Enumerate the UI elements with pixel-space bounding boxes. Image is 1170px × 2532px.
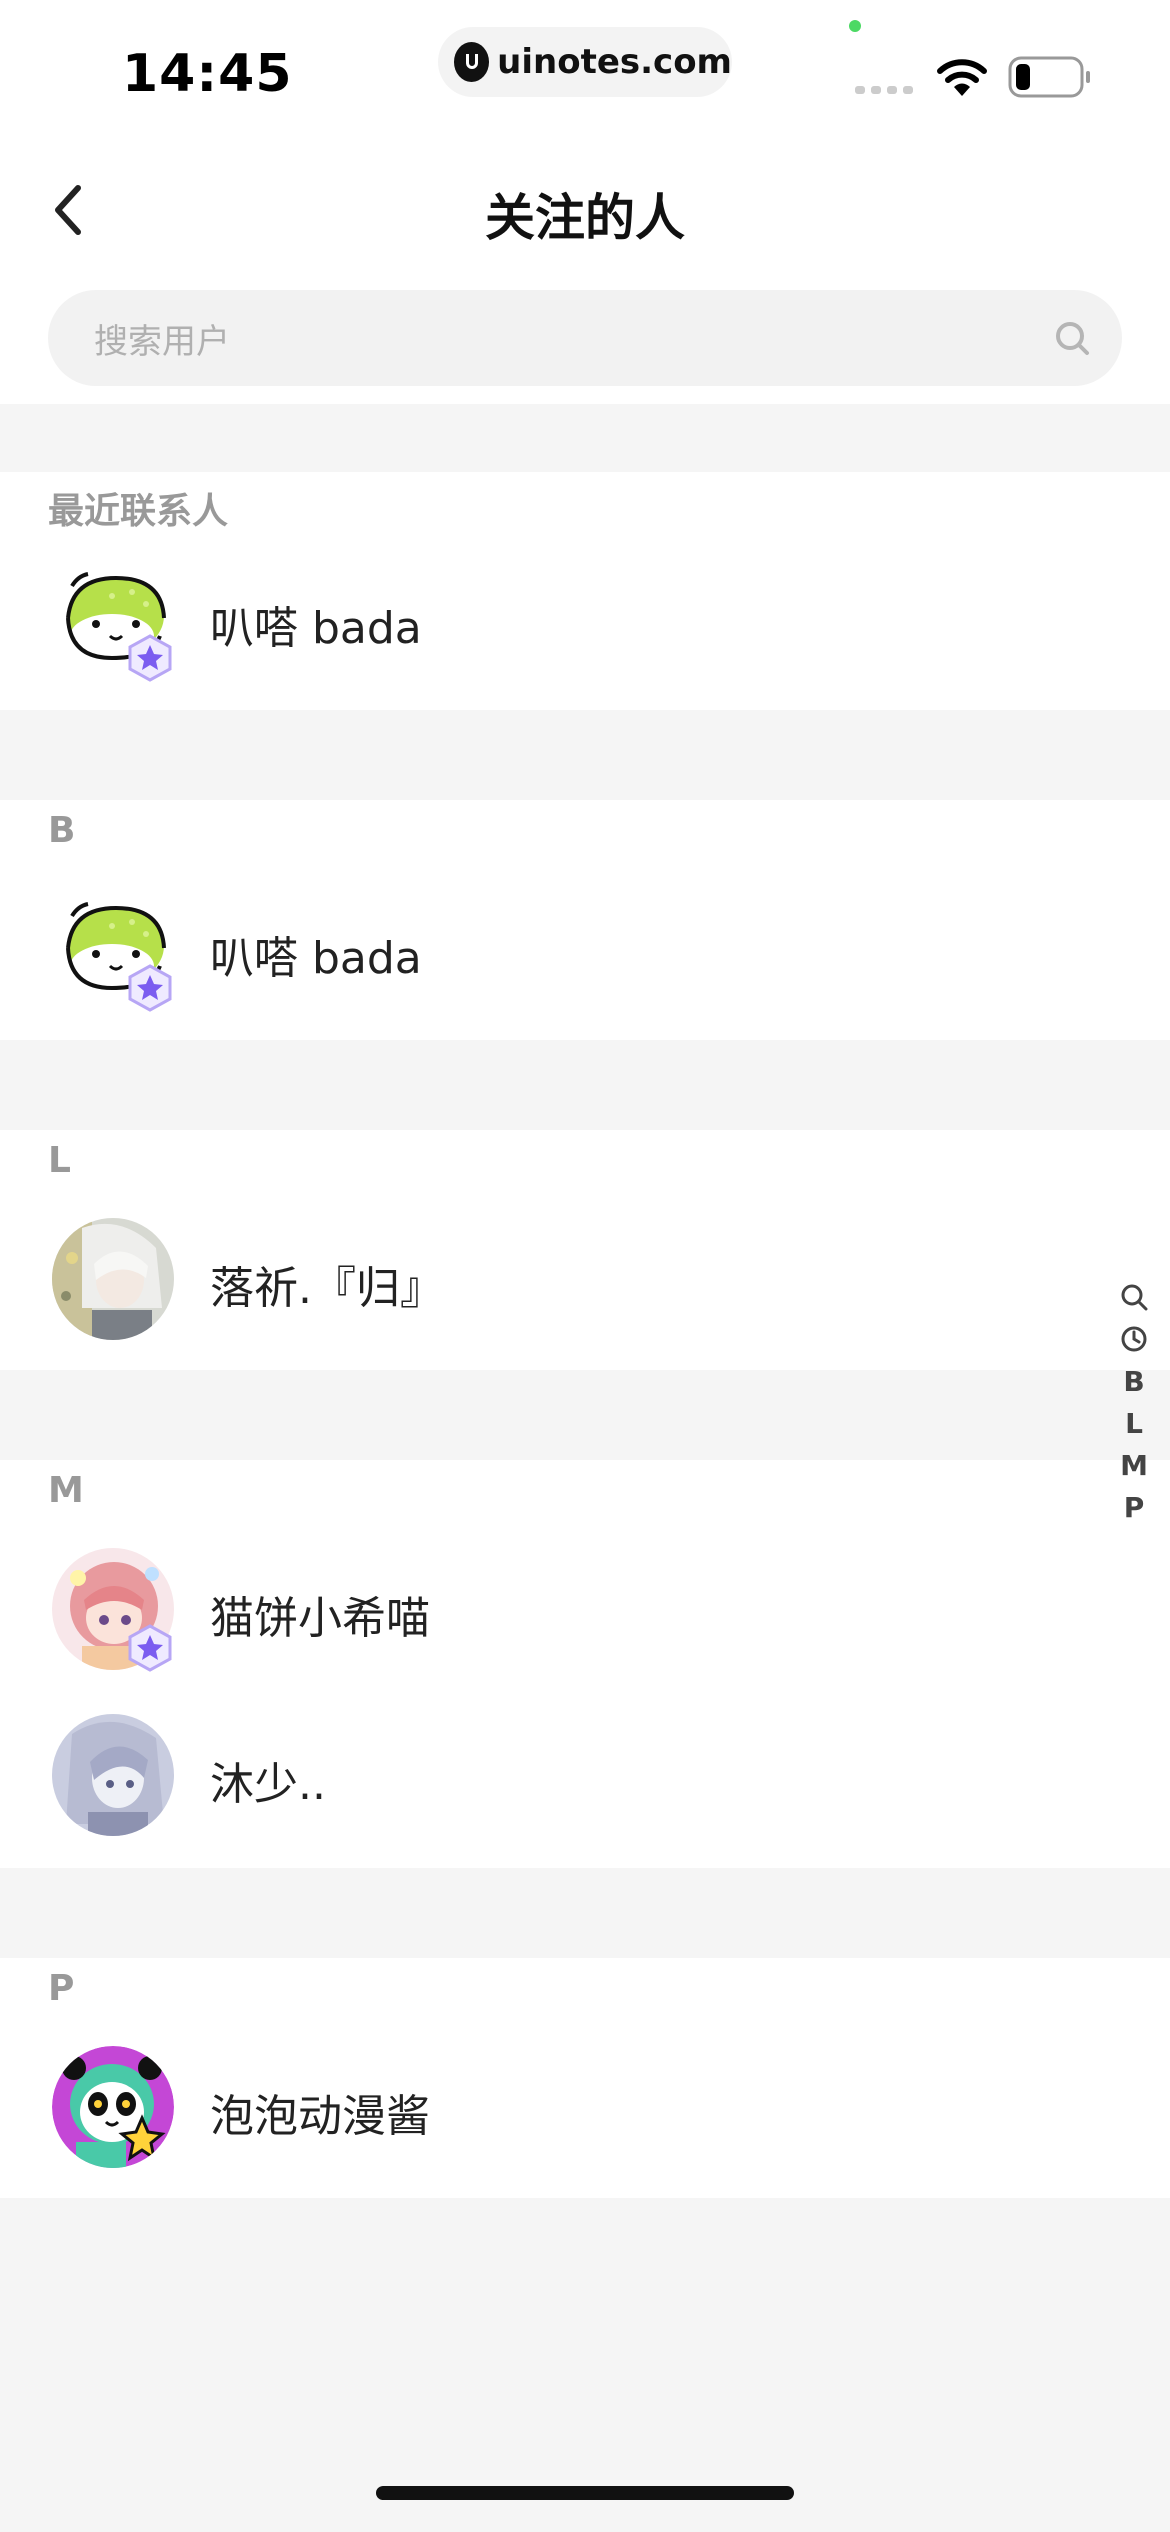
section-header: M [48, 1470, 84, 1511]
contact-row[interactable]: 叭嗒 bada [0, 536, 1170, 702]
avatar [52, 2046, 174, 2168]
status-time: 14:45 [122, 44, 293, 104]
contact-row[interactable]: 沐少.. [0, 1692, 1170, 1858]
section-header: P [48, 1968, 75, 2009]
section-header: L [48, 1140, 71, 1181]
index-letter-l[interactable]: L [1114, 1402, 1154, 1444]
contact-name: 叭嗒 bada [210, 603, 422, 654]
avatar [52, 1218, 174, 1340]
avatar [52, 1714, 174, 1836]
navigation-bar: 关注的人 [0, 140, 1170, 280]
url-text: uinotes.com [497, 42, 732, 82]
section-m: M 猫饼小希喵 沐少.. [0, 1460, 1170, 1868]
contact-row[interactable]: 落祈.『归』 [0, 1196, 1170, 1362]
verified-star-badge-icon [128, 1624, 172, 1672]
uinotes-logo-icon [454, 42, 490, 82]
index-clock-icon[interactable] [1114, 1318, 1154, 1360]
contact-name: 落祈.『归』 [210, 1263, 444, 1314]
verified-star-badge-icon [128, 634, 172, 682]
contact-name: 泡泡动漫酱 [210, 2091, 430, 2142]
alphabet-index-bar[interactable]: B L M P [1114, 1276, 1154, 1528]
section-l: L 落祈.『归』 [0, 1130, 1170, 1370]
contact-name: 猫饼小希喵 [210, 1593, 430, 1644]
contact-name: 叭嗒 bada [210, 933, 422, 984]
search-area: 搜索用户 [0, 280, 1170, 404]
signal-icon [855, 86, 913, 94]
home-indicator[interactable] [376, 2486, 794, 2500]
section-p: P 泡泡动漫酱 [0, 1958, 1170, 2198]
battery-icon [1008, 56, 1090, 98]
section-header: 最近联系人 [48, 491, 229, 532]
contact-row[interactable]: 泡泡动漫酱 [0, 2024, 1170, 2190]
index-letter-b[interactable]: B [1114, 1360, 1154, 1402]
section-recent-contacts: 最近联系人 叭嗒 bada [0, 472, 1170, 710]
wifi-icon [937, 59, 987, 96]
page-title: 关注的人 [485, 189, 685, 247]
status-bar: 14:45 uinotes.com [0, 0, 1170, 140]
contact-row[interactable]: 猫饼小希喵 [0, 1526, 1170, 1692]
index-letter-p[interactable]: P [1114, 1486, 1154, 1528]
privacy-indicator-dot [849, 20, 861, 32]
index-search-icon[interactable] [1114, 1276, 1154, 1318]
search-placeholder: 搜索用户 [94, 321, 230, 362]
url-pill[interactable]: uinotes.com [438, 27, 732, 97]
verified-star-badge-icon [128, 964, 172, 1012]
search-icon[interactable] [1052, 318, 1092, 358]
contact-row[interactable]: 叭嗒 bada [0, 866, 1170, 1032]
index-letter-m[interactable]: M [1114, 1444, 1154, 1486]
search-input[interactable]: 搜索用户 [48, 290, 1122, 386]
section-header: B [48, 810, 76, 851]
contact-name: 沐少.. [210, 1759, 326, 1810]
section-b: B 叭嗒 bada [0, 800, 1170, 1040]
